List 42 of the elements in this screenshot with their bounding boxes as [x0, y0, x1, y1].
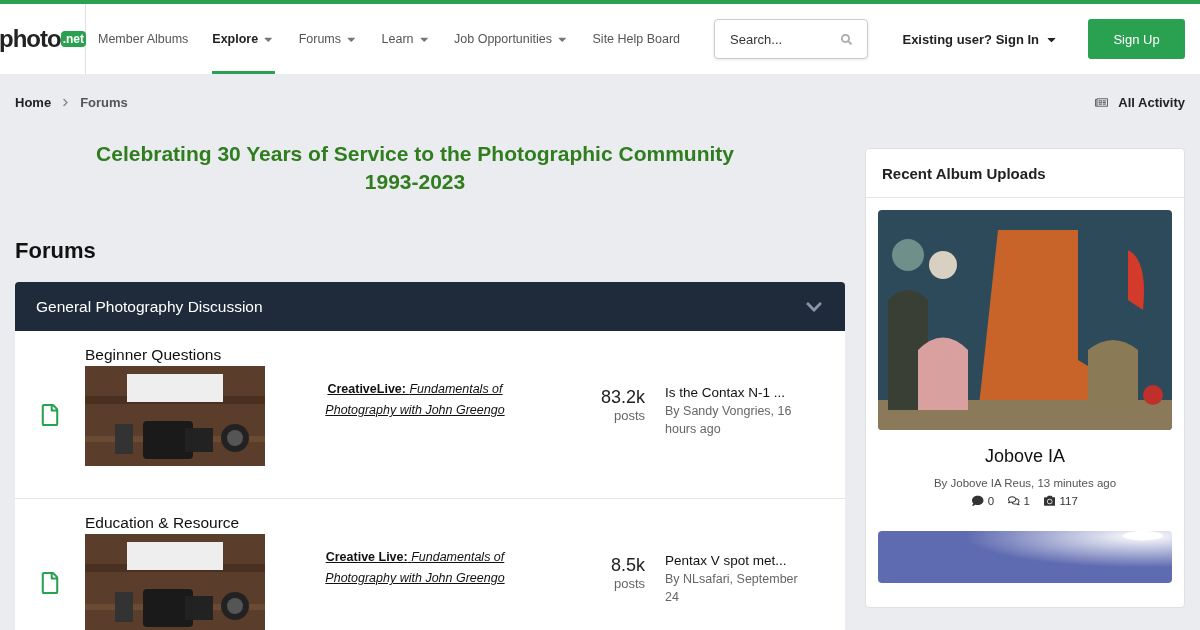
category-title: General Photography Discussion: [36, 297, 263, 316]
nav-link[interactable]: Member Albums: [98, 4, 189, 74]
reply-count: 1: [1008, 495, 1030, 507]
file-icon: [39, 571, 61, 594]
newspaper-icon: [1095, 95, 1109, 109]
banner-text: 1993-2023: [363, 169, 467, 195]
album-title[interactable]: Jobove IA: [878, 446, 1172, 467]
post-label: posts: [612, 576, 645, 591]
course-link[interactable]: Creative Live: Fundamentals of Photography with John Greengo: [295, 499, 535, 630]
logo[interactable]: photo.net: [0, 25, 86, 53]
post-count: 8.5k: [609, 555, 645, 576]
last-post-link[interactable]: Pentax V spot met...: [665, 553, 805, 568]
camera-icon: [1044, 495, 1056, 507]
comment-icon: [972, 495, 984, 507]
file-icon: [39, 403, 61, 426]
post-label: posts: [612, 408, 645, 423]
breadcrumb-link[interactable]: Home: [15, 94, 52, 110]
comments-icon: [1008, 495, 1020, 507]
nav-link[interactable]: Explore: [212, 4, 275, 74]
nav-link[interactable]: Learn: [381, 4, 431, 74]
comment-count: 0: [972, 495, 995, 507]
album-meta: By Jobove IA Reus, 13 minutes ago: [932, 477, 1118, 489]
post-count: 83.2k: [599, 387, 645, 408]
all-activity-link[interactable]: All Activity: [1095, 94, 1185, 110]
last-post-meta: By Sandy Vongries, 16 hours ago: [665, 403, 793, 438]
nav-link[interactable]: Job Opportunities: [454, 4, 569, 74]
forum-title[interactable]: Beginner Questions: [85, 346, 295, 364]
banner-text: Celebrating 30 Years of Service to the Photographic Community: [95, 141, 735, 167]
nav-link[interactable]: Site Help Board: [592, 4, 681, 74]
page-title: Forums: [15, 238, 97, 264]
widget-title: Recent Album Uploads: [866, 149, 1184, 198]
nav-link[interactable]: Forums: [298, 4, 358, 74]
breadcrumb-link[interactable]: Forums: [80, 94, 128, 110]
search-icon: [841, 34, 853, 45]
last-post-meta: By NLsafari, September 24: [665, 571, 799, 606]
sign-in-link[interactable]: Existing user? Sign In: [902, 31, 1058, 47]
image-count: 117: [1044, 495, 1078, 507]
forum-title[interactable]: Education & Resource: [85, 514, 295, 532]
last-post-link[interactable]: Is the Contax N-1 ...: [665, 385, 805, 400]
course-link[interactable]: CreativeLive: Fundamentals of Photography with John Greengo: [295, 331, 535, 498]
chevron-icon: [61, 97, 71, 107]
search-field[interactable]: Search...: [714, 19, 869, 59]
